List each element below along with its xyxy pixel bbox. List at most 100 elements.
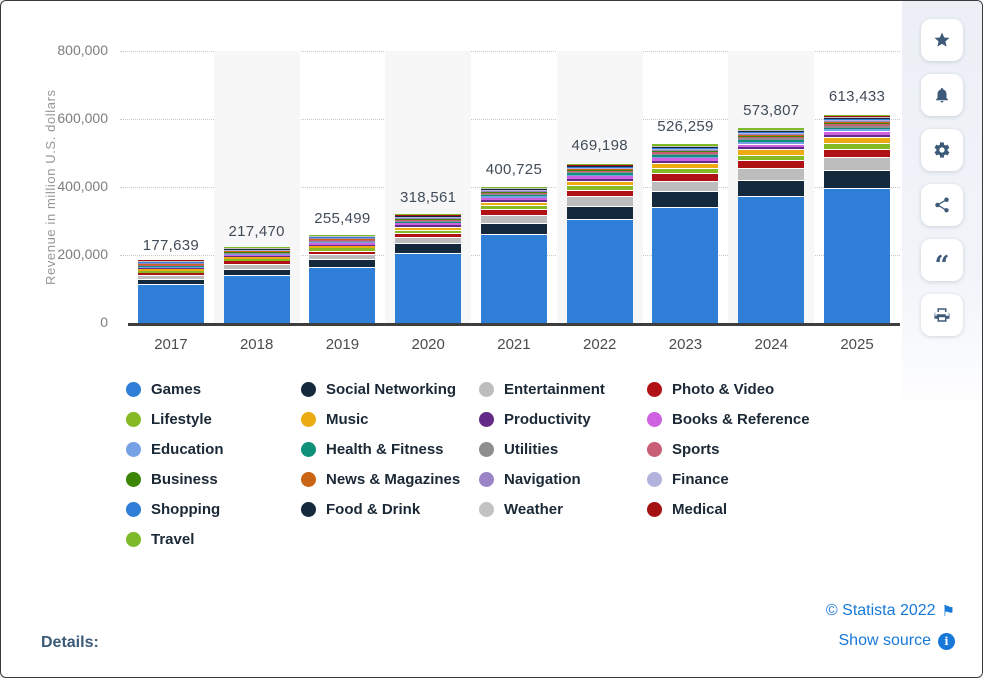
print-button[interactable]	[921, 294, 963, 336]
bar-segment[interactable]	[138, 284, 204, 323]
bar-segment[interactable]	[824, 170, 890, 188]
bar-segment[interactable]	[309, 267, 375, 323]
legend-label: Health & Fitness	[326, 441, 444, 458]
stacked-bar-2022[interactable]	[567, 164, 633, 323]
legend-label: Utilities	[504, 441, 558, 458]
bar-column-2017: 177,6392017	[128, 51, 214, 323]
bar-segment[interactable]	[395, 253, 461, 323]
share-button[interactable]	[921, 184, 963, 226]
bar-segment[interactable]	[738, 168, 804, 180]
bar-segment[interactable]	[481, 234, 547, 323]
bar-segment[interactable]	[738, 196, 804, 323]
legend-item-education[interactable]: Education	[126, 441, 301, 458]
x-axis-label: 2020	[385, 336, 471, 353]
legend-item-utilities[interactable]: Utilities	[479, 441, 647, 458]
legend-label: Games	[151, 381, 201, 398]
bar-total-label: 318,561	[400, 189, 456, 206]
legend-item-news-magazines[interactable]: News & Magazines	[301, 471, 479, 488]
bar-segment[interactable]	[824, 188, 890, 324]
bar-segment[interactable]	[652, 173, 718, 180]
legend-label: Entertainment	[504, 381, 605, 398]
legend-item-health-fitness[interactable]: Health & Fitness	[301, 441, 479, 458]
legend-label: Education	[151, 441, 224, 458]
legend-item-medical[interactable]: Medical	[647, 501, 902, 518]
legend-item-navigation[interactable]: Navigation	[479, 471, 647, 488]
bar-segment[interactable]	[824, 157, 890, 170]
bar-segment[interactable]	[652, 207, 718, 323]
bar-total-label: 573,807	[743, 102, 799, 119]
legend-item-sports[interactable]: Sports	[647, 441, 902, 458]
legend-item-books-reference[interactable]: Books & Reference	[647, 411, 902, 428]
statista-chart-widget: Revenue in million U.S. dollars 800,0006…	[0, 0, 983, 678]
statista-copyright-link[interactable]: © Statista 2022 ⚑	[826, 602, 955, 620]
x-axis-label: 2023	[643, 336, 729, 353]
bar-segment[interactable]	[567, 196, 633, 206]
stacked-bar-2017[interactable]	[138, 260, 204, 323]
x-axis-label: 2017	[128, 336, 214, 353]
bar-segment[interactable]	[567, 219, 633, 323]
legend-item-business[interactable]: Business	[126, 471, 301, 488]
bar-segment[interactable]	[652, 181, 718, 192]
legend-item-photo-video[interactable]: Photo & Video	[647, 381, 902, 398]
legend-dot-icon	[126, 472, 141, 487]
stacked-bar-2021[interactable]	[481, 187, 547, 323]
bar-total-label: 255,499	[314, 210, 370, 227]
flag-icon: ⚑	[942, 602, 955, 620]
x-axis-label: 2022	[557, 336, 643, 353]
star-icon	[933, 31, 951, 49]
legend-item-social-networking[interactable]: Social Networking	[301, 381, 479, 398]
y-tick-label: 0	[1, 314, 108, 330]
stacked-bar-2023[interactable]	[652, 144, 718, 323]
legend-label: Shopping	[151, 501, 220, 518]
bar-total-label: 400,725	[486, 161, 542, 178]
y-tick-label: 200,000	[1, 246, 108, 262]
legend-item-lifestyle[interactable]: Lifestyle	[126, 411, 301, 428]
bar-segment[interactable]	[224, 275, 290, 323]
bar-segment[interactable]	[652, 191, 718, 206]
bar-segment[interactable]	[738, 180, 804, 197]
bar-segment[interactable]	[824, 149, 890, 157]
legend-item-entertainment[interactable]: Entertainment	[479, 381, 647, 398]
bar-segment[interactable]	[481, 223, 547, 235]
stacked-bar-2024[interactable]	[738, 128, 804, 323]
legend-item-productivity[interactable]: Productivity	[479, 411, 647, 428]
bar-segment[interactable]	[395, 243, 461, 252]
legend-item-food-drink[interactable]: Food & Drink	[301, 501, 479, 518]
bar-total-label: 613,433	[829, 88, 885, 105]
details-label: Details:	[41, 634, 99, 652]
bar-segment[interactable]	[738, 160, 804, 168]
legend-item-finance[interactable]: Finance	[647, 471, 902, 488]
x-axis-label: 2019	[300, 336, 386, 353]
y-tick-label: 600,000	[1, 110, 108, 126]
bar-total-label: 177,639	[143, 237, 199, 254]
stacked-bar-2020[interactable]	[395, 214, 461, 323]
citation-button[interactable]: “	[921, 239, 963, 281]
legend-item-shopping[interactable]: Shopping	[126, 501, 301, 518]
legend-dot-icon	[301, 502, 316, 517]
favorite-button[interactable]	[921, 19, 963, 61]
settings-button[interactable]	[921, 129, 963, 171]
legend-item-games[interactable]: Games	[126, 381, 301, 398]
legend-dot-icon	[647, 472, 662, 487]
share-icon	[933, 196, 951, 214]
legend-item-travel[interactable]: Travel	[126, 531, 301, 548]
legend-label: Lifestyle	[151, 411, 212, 428]
legend-label: Weather	[504, 501, 563, 518]
legend-item-weather[interactable]: Weather	[479, 501, 647, 518]
alert-button[interactable]	[921, 74, 963, 116]
legend-item-music[interactable]: Music	[301, 411, 479, 428]
bar-segment[interactable]	[309, 259, 375, 266]
bar-column-2022: 469,1982022	[557, 51, 643, 323]
legend-dot-icon	[479, 382, 494, 397]
stacked-bar-2018[interactable]	[224, 247, 290, 323]
legend-dot-icon	[126, 412, 141, 427]
legend-dot-icon	[301, 442, 316, 457]
legend-label: Sports	[672, 441, 720, 458]
legend-dot-icon	[479, 412, 494, 427]
bar-segment[interactable]	[567, 206, 633, 220]
stacked-bar-2025[interactable]	[824, 115, 890, 323]
plot-area: 177,6392017217,4702018255,4992019318,561…	[128, 51, 900, 326]
show-source-link[interactable]: Show source i	[839, 632, 956, 650]
stacked-bar-2019[interactable]	[309, 235, 375, 323]
bar-segment[interactable]	[481, 215, 547, 223]
